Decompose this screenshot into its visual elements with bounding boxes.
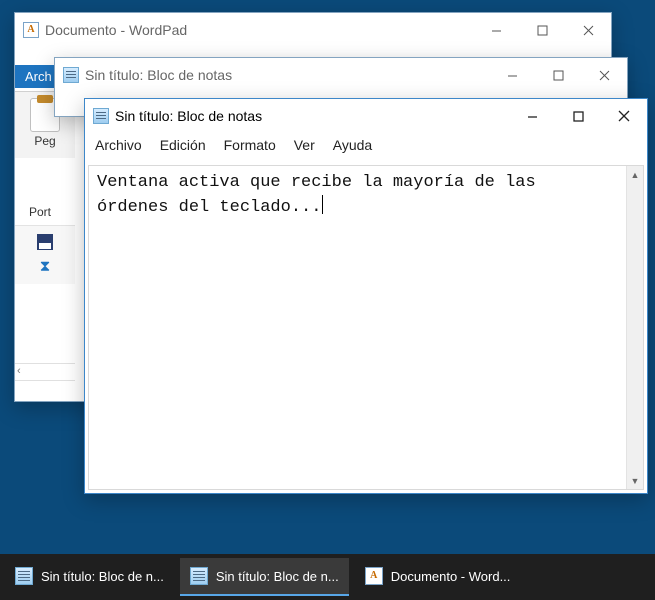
wordpad-icon: [23, 22, 39, 38]
taskbar-item-label: Sin título: Bloc de n...: [41, 569, 164, 584]
menu-file[interactable]: Archivo: [95, 137, 142, 153]
text-caret: [322, 195, 323, 214]
taskbar: Sin título: Bloc de n... Sin título: Blo…: [0, 554, 655, 600]
notepad-back-titlebar[interactable]: Sin título: Bloc de notas: [55, 58, 627, 92]
notepad-minimize-button[interactable]: [509, 100, 555, 132]
notepad-vertical-scrollbar[interactable]: ▲ ▼: [626, 166, 643, 489]
notepad-maximize-button[interactable]: [555, 100, 601, 132]
wordpad-quickaccess: ⧗: [15, 225, 75, 284]
notepad-menubar: Archivo Edición Formato Ver Ayuda: [85, 133, 647, 159]
close-icon: [618, 110, 630, 122]
wordpad-close-button[interactable]: [565, 14, 611, 46]
scroll-up-icon[interactable]: ▲: [627, 166, 643, 183]
wordpad-maximize-button[interactable]: [519, 14, 565, 46]
notepad-close-button[interactable]: [601, 100, 647, 132]
chevron-left-icon[interactable]: ‹: [17, 365, 21, 377]
close-icon: [583, 25, 594, 36]
notepad-editor[interactable]: Ventana activa que recibe la mayoría de …: [88, 165, 644, 490]
wordpad-ruler: ‹: [15, 363, 75, 381]
wordpad-port-label: Port: [29, 205, 51, 219]
scroll-down-icon[interactable]: ▼: [627, 472, 643, 489]
wordpad-title: Documento - WordPad: [45, 22, 473, 38]
maximize-icon: [537, 25, 548, 36]
save-icon[interactable]: [37, 234, 53, 250]
notepad-titlebar[interactable]: Sin título: Bloc de notas: [85, 99, 647, 133]
close-icon: [599, 70, 610, 81]
notepad-back-minimize-button[interactable]: [489, 59, 535, 91]
menu-format[interactable]: Formato: [224, 137, 276, 153]
taskbar-item-label: Sin título: Bloc de n...: [216, 569, 339, 584]
menu-view[interactable]: Ver: [294, 137, 315, 153]
wordpad-icon: [365, 567, 383, 585]
maximize-icon: [553, 70, 564, 81]
minimize-icon: [491, 25, 502, 36]
minimize-icon: [527, 111, 538, 122]
menu-edit[interactable]: Edición: [160, 137, 206, 153]
paste-label: Peg: [15, 134, 75, 148]
menu-help[interactable]: Ayuda: [333, 137, 372, 153]
notepad-back-maximize-button[interactable]: [535, 59, 581, 91]
taskbar-item-notepad-1[interactable]: Sin título: Bloc de n...: [5, 558, 174, 596]
notepad-icon: [63, 67, 79, 83]
notepad-text-content[interactable]: Ventana activa que recibe la mayoría de …: [89, 166, 625, 489]
notepad-icon: [15, 567, 33, 585]
maximize-icon: [573, 111, 584, 122]
taskbar-item-wordpad[interactable]: Documento - Word...: [355, 558, 521, 596]
wordpad-titlebar[interactable]: Documento - WordPad: [15, 13, 611, 47]
notepad-window-active[interactable]: Sin título: Bloc de notas Archivo Edició…: [84, 98, 648, 494]
taskbar-item-notepad-2[interactable]: Sin título: Bloc de n...: [180, 558, 349, 596]
hourglass-icon[interactable]: ⧗: [36, 258, 54, 276]
notepad-title: Sin título: Bloc de notas: [115, 108, 509, 124]
minimize-icon: [507, 70, 518, 81]
notepad-back-close-button[interactable]: [581, 59, 627, 91]
notepad-back-title: Sin título: Bloc de notas: [85, 67, 489, 83]
notepad-icon: [93, 108, 109, 124]
taskbar-item-label: Documento - Word...: [391, 569, 511, 584]
notepad-icon: [190, 567, 208, 585]
wordpad-minimize-button[interactable]: [473, 14, 519, 46]
